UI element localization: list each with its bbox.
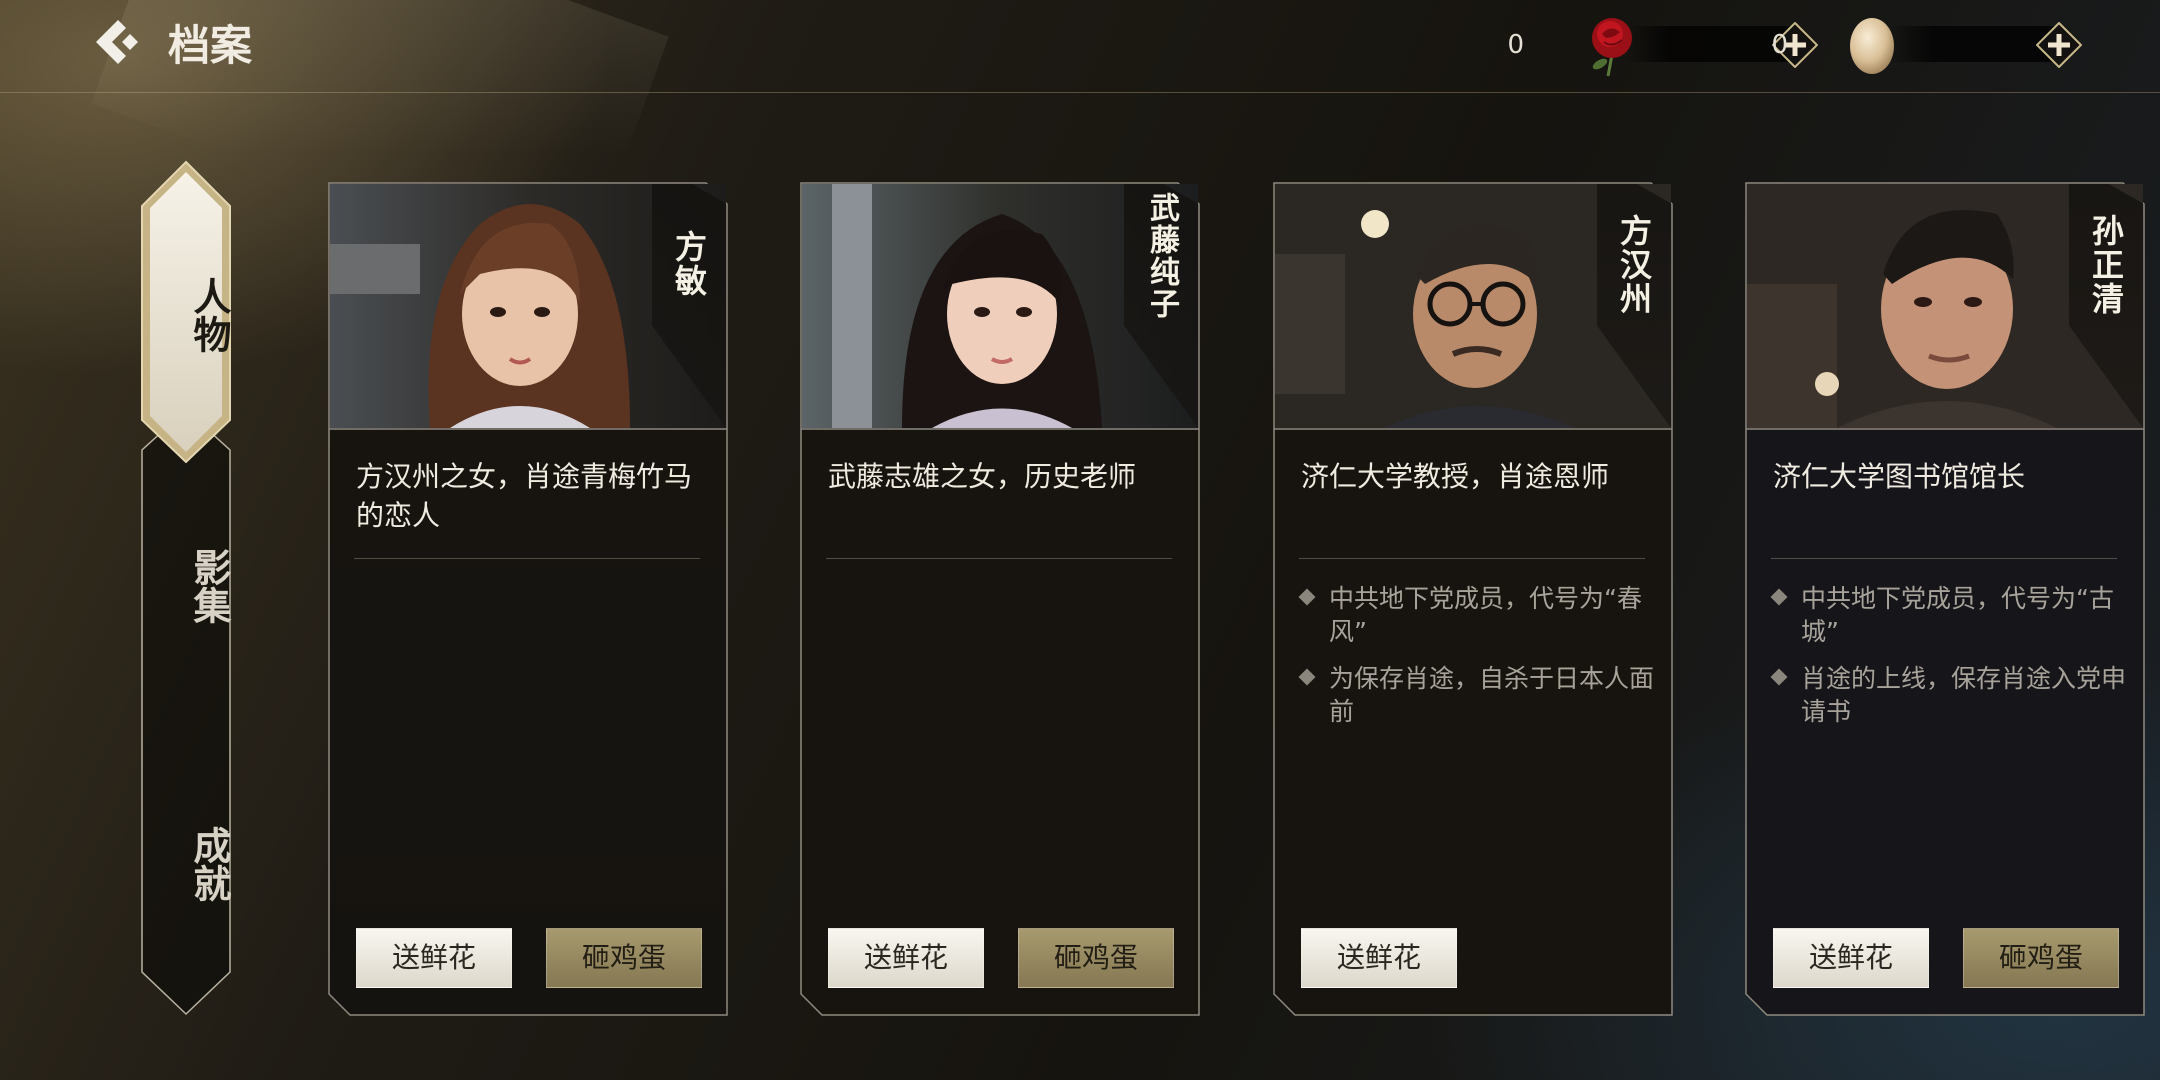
card-divider [354,558,700,559]
throw-egg-button[interactable]: 砸鸡蛋 [1018,928,1174,988]
card-divider [826,558,1172,559]
character-card: 方敏 方汉州之女，肖途青梅竹马的恋人 送鲜花 砸鸡蛋 [328,182,728,1016]
card-divider [1299,558,1645,559]
diamond-bullet-icon [1770,668,1788,686]
page-title: 档案 [168,21,253,70]
diamond-bullet-icon [1298,668,1316,686]
send-flower-button[interactable]: 送鲜花 [1301,928,1457,988]
fact-item: 为保存肖途，自杀于日本人面前 [1298,662,1659,728]
character-card: 孙正清 济仁大学图书馆馆长 中共地下党成员，代号为“古城” 肖途的上线，保存肖途… [1745,182,2145,1016]
egg-icon [1850,18,1894,74]
rose-count: 0 [1507,30,1524,60]
back-arrow-icon [96,20,138,64]
plus-icon [2035,21,2083,69]
character-description: 济仁大学图书馆馆长 [1773,460,2026,493]
send-flower-button[interactable]: 送鲜花 [1773,928,1929,988]
fact-item: 肖途的上线，保存肖途入党申请书 [1770,662,2131,728]
send-flower-button[interactable]: 送鲜花 [356,928,512,988]
character-description: 济仁大学教授，肖途恩师 [1301,460,1610,493]
nav-tab-gallery[interactable]: 影集 [140,536,232,636]
character-description: 武藤志雄之女，历史老师 [828,460,1137,493]
character-description: 方汉州之女，肖途青梅竹马的恋人 [356,460,693,532]
fact-item: 中共地下党成员，代号为“春风” [1298,582,1659,648]
throw-egg-button[interactable]: 砸鸡蛋 [546,928,702,988]
character-facts: 中共地下党成员，代号为“春风” 为保存肖途，自杀于日本人面前 [1298,582,1659,742]
diamond-bullet-icon [1298,588,1316,606]
throw-egg-button[interactable]: 砸鸡蛋 [1963,928,2119,988]
character-card: 武藤纯子 武藤志雄之女，历史老师 送鲜花 砸鸡蛋 [800,182,1200,1016]
nav-tab-achievements[interactable]: 成就 [140,814,232,914]
side-nav: 人物 影集 成就 [140,160,232,1016]
fact-item: 中共地下党成员，代号为“古城” [1770,582,2131,648]
rose-icon [1592,18,1632,77]
character-card: 方汉州 济仁大学教授，肖途恩师 中共地下党成员，代号为“春风” 为保存肖途，自杀… [1273,182,1673,1016]
add-egg-button[interactable] [2035,21,2083,69]
send-flower-button[interactable]: 送鲜花 [828,928,984,988]
nav-tab-characters[interactable]: 人物 [140,260,232,370]
character-facts: 中共地下党成员，代号为“古城” 肖途的上线，保存肖途入党申请书 [1770,582,2131,742]
egg-count: 0 [1771,30,1788,60]
top-bar: 档案 0 0 [0,0,2160,93]
diamond-bullet-icon [1770,588,1788,606]
card-divider [1771,558,2117,559]
back-button[interactable] [92,16,144,68]
